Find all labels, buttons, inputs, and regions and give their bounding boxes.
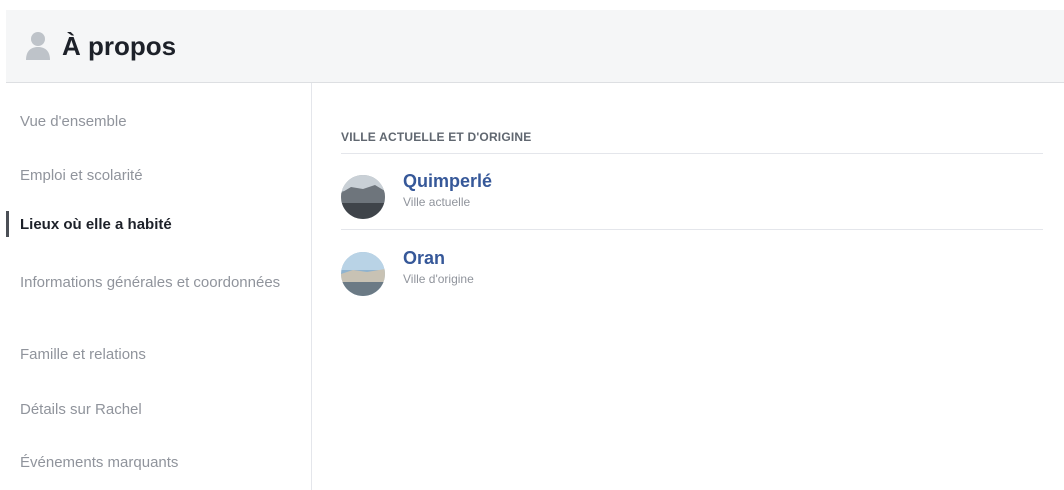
section-title: VILLE ACTUELLE ET D'ORIGINE	[341, 130, 532, 144]
about-sidebar: Vue d'ensemble Emploi et scolarité Lieux…	[6, 83, 312, 490]
place-item-origin: Oran Ville d'origine	[341, 246, 1041, 298]
item-divider	[341, 229, 1043, 230]
place-subtitle: Ville actuelle	[403, 195, 471, 209]
sidebar-item-overview[interactable]: Vue d'ensemble	[20, 111, 290, 132]
city-photo-thumbnail[interactable]	[341, 175, 385, 219]
page-title: À propos	[62, 30, 177, 61]
place-name-link[interactable]: Quimperlé	[403, 171, 492, 192]
section-divider	[341, 153, 1043, 154]
sidebar-item-contact-info[interactable]: Informations générales et coordonnées	[20, 272, 290, 293]
sidebar-item-family[interactable]: Famille et relations	[20, 344, 290, 365]
places-main-panel: VILLE ACTUELLE ET D'ORIGINE Quimperlé Vi…	[341, 83, 1046, 490]
place-subtitle: Ville d'origine	[403, 272, 474, 286]
sidebar-item-life-events[interactable]: Événements marquants	[20, 452, 290, 473]
person-silhouette-icon	[24, 30, 52, 62]
place-item-current: Quimperlé Ville actuelle	[341, 169, 1041, 221]
sidebar-item-details[interactable]: Détails sur Rachel	[20, 399, 290, 420]
active-indicator	[6, 211, 9, 237]
place-name-link[interactable]: Oran	[403, 248, 445, 269]
city-photo-thumbnail[interactable]	[341, 252, 385, 296]
sidebar-item-work-education[interactable]: Emploi et scolarité	[20, 165, 290, 186]
sidebar-item-places-lived[interactable]: Lieux où elle a habité	[20, 214, 290, 235]
page-header: À propos	[6, 10, 1064, 83]
